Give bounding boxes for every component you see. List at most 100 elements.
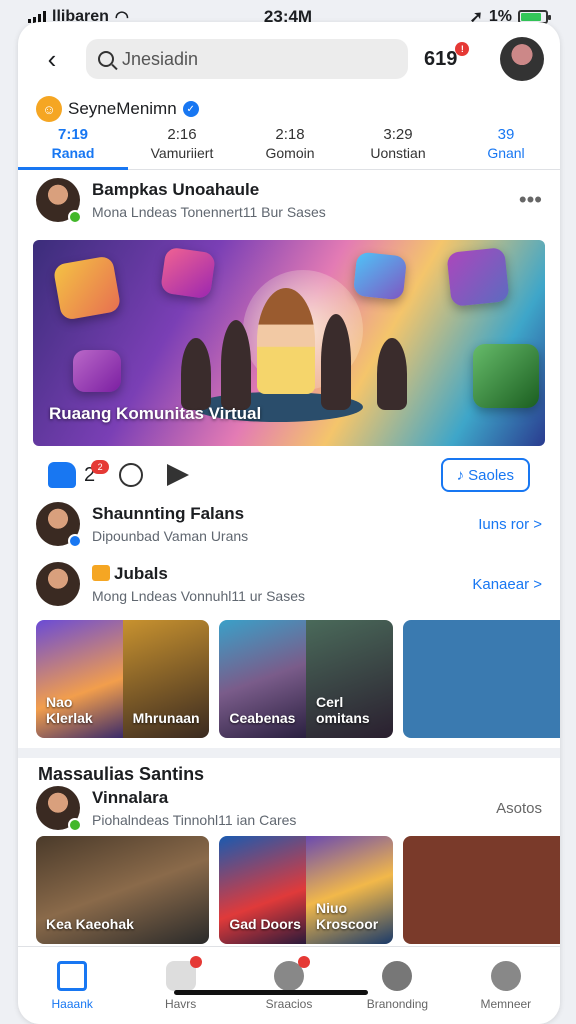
thumbs-up-icon [48, 462, 76, 488]
groups-icon [165, 955, 202, 991]
post-author[interactable]: Bampkas Unoahaule [92, 180, 326, 200]
page-header[interactable]: ☺ SeyneMenimn ✓ [36, 96, 199, 122]
tab-label: Gomoin [265, 145, 315, 161]
page-logo-icon: ☺ [36, 96, 62, 122]
save-button[interactable]: ♪ Saoles [440, 458, 530, 492]
list-item[interactable]: Vinnalara Piohalndeas Tinnohl11 ian Care… [18, 786, 560, 832]
online-badge [68, 210, 82, 224]
tab-ranad[interactable]: 7:19 Ranad [18, 126, 128, 169]
notification-button[interactable]: 619 ! [424, 41, 470, 71]
item-link[interactable]: Iuns ror > [478, 516, 542, 533]
thumbnail-card[interactable]: Nao Klerlak Mhrunaan [36, 620, 210, 738]
post-actions: 22 ♪ Saoles [18, 446, 560, 492]
profile-avatar[interactable] [500, 37, 544, 81]
tab-vamuriiert[interactable]: 2:16 Vamuriiert [128, 126, 236, 169]
item-link[interactable]: Asotos [496, 800, 542, 817]
floating-photo-cube [352, 251, 408, 301]
notification-count: 619 [424, 47, 458, 70]
tab-count: 7:19 [57, 126, 89, 143]
home-indicator [174, 990, 368, 995]
floating-photo-cube [52, 255, 122, 321]
notification-badge: ! [455, 41, 470, 56]
nav-member[interactable]: Memneer [452, 947, 560, 1024]
nav-label: Haaank [51, 996, 93, 1011]
like-count: 22 [84, 459, 110, 487]
thumbnail-row: Kea Kaeohak Gad Doors Niuo Kroscoor [36, 836, 560, 944]
trending-icon [382, 960, 413, 991]
tab-count: 39 [497, 126, 515, 143]
item-avatar [36, 786, 82, 832]
page-name: SeyneMenimn [68, 99, 177, 118]
tab-count: 2:16 [167, 126, 197, 143]
thumbnail-label: Ceabenas [229, 710, 296, 726]
feed-post: Bampkas Unoahaule Mona Lndeas Tonennert1… [18, 172, 560, 492]
image-caption: Ruaang Komunitas Virtual [49, 404, 262, 423]
tab-label: Gnanl [487, 145, 525, 161]
nav-home[interactable]: Haaank [18, 947, 126, 1024]
tab-uonstian[interactable]: 3:29 Uonstian [344, 126, 452, 169]
app-screen: ‹ Jnesiadin 619 ! ☺ SeyneMenimn ✓ 7:19 Ra… [18, 22, 560, 1024]
search-input[interactable]: Jnesiadin [86, 39, 408, 79]
services-icon [274, 955, 311, 991]
floating-photo-cube [473, 344, 539, 408]
more-options-icon[interactable]: ••• [519, 187, 542, 213]
comment-icon[interactable] [119, 463, 144, 487]
thumbnail-card[interactable]: Gad Doors Niuo Kroscoor [219, 836, 393, 944]
item-subtitle: Piohalndeas Tinnohl11 ian Cares [92, 812, 297, 828]
notification-dot [189, 955, 202, 968]
item-title: Jubals [92, 564, 305, 584]
post-meta: Mona Lndeas Tonennert11 Bur Sases [92, 204, 326, 220]
section-divider [18, 748, 560, 758]
tab-gomoin[interactable]: 2:18 Gomoin [236, 126, 344, 169]
thumbnail-card[interactable]: Ceabenas Cerl omitans [219, 620, 393, 738]
share-icon[interactable] [167, 464, 190, 486]
thumbnail-label: Niuo Kroscoor [316, 900, 379, 932]
avatar-figure [257, 288, 315, 394]
search-placeholder: Jnesiadin [122, 48, 199, 69]
nav-groups[interactable]: Havrs [126, 947, 234, 1024]
verified-icon: ✓ [182, 101, 199, 117]
floating-photo-cube [160, 246, 216, 300]
section-title: Massaulias Santins [38, 764, 205, 784]
thumbnail-card[interactable] [402, 836, 560, 944]
list-item[interactable]: Jubals Mong Lndeas Vonnuhl11 ur Sases Ka… [18, 562, 560, 606]
person-figure [377, 338, 407, 410]
tab-gnanl[interactable]: 39 Gnanl [452, 126, 560, 169]
item-title: Vinnalara [92, 788, 169, 807]
notification-dot [298, 955, 311, 968]
nav-label: Branonding [366, 996, 429, 1011]
item-avatar [36, 562, 80, 606]
thumbnail-label: Nao Klerlak [46, 694, 93, 726]
tab-bar: 7:19 Ranad 2:16 Vamuriiert 2:18 Gomoin 3:29… [18, 126, 560, 170]
thumbnail-label: Mhrunaan [132, 710, 200, 726]
member-icon [490, 960, 521, 991]
music-note-icon: ♪ [456, 466, 465, 484]
nav-label: Havrs [164, 996, 197, 1011]
nav-trending[interactable]: Branonding [343, 947, 451, 1024]
thumbnail-label: Cerl omitans [316, 694, 370, 726]
tab-label: Ranad [51, 145, 95, 161]
person-figure [321, 314, 351, 410]
nav-label: Memneer [480, 996, 532, 1011]
like-badge: 2 [91, 459, 110, 474]
thumbnail-card[interactable]: Kea Kaeohak [36, 836, 210, 944]
post-image[interactable]: Ruaang Komunitas Virtual [33, 240, 545, 446]
tab-label: Uonstian [370, 145, 426, 161]
floating-photo-cube [73, 350, 121, 392]
search-icon [98, 51, 114, 67]
list-item[interactable]: Shaunnting Falans Dipounbad Vaman Urans … [18, 502, 560, 548]
tab-count: 3:29 [383, 126, 413, 143]
back-button[interactable]: ‹ [34, 41, 70, 77]
thumbnail-card[interactable] [402, 620, 560, 738]
back-arrow-icon: ‹ [47, 43, 57, 74]
author-avatar[interactable] [36, 178, 82, 224]
like-button[interactable]: 22 [48, 459, 110, 488]
item-link[interactable]: Kanaear > [472, 576, 542, 593]
thumbnail-row: Nao Klerlak Mhrunaan Ceabenas Cerl omita… [36, 620, 560, 738]
person-figure [221, 320, 251, 410]
nav-services[interactable]: Sraacios [235, 947, 343, 1024]
nav-label: Sraacios [265, 996, 313, 1011]
tab-label: Vamuriiert [150, 145, 214, 161]
top-bar: ‹ Jnesiadin 619 ! [18, 34, 560, 84]
home-icon [57, 960, 88, 991]
